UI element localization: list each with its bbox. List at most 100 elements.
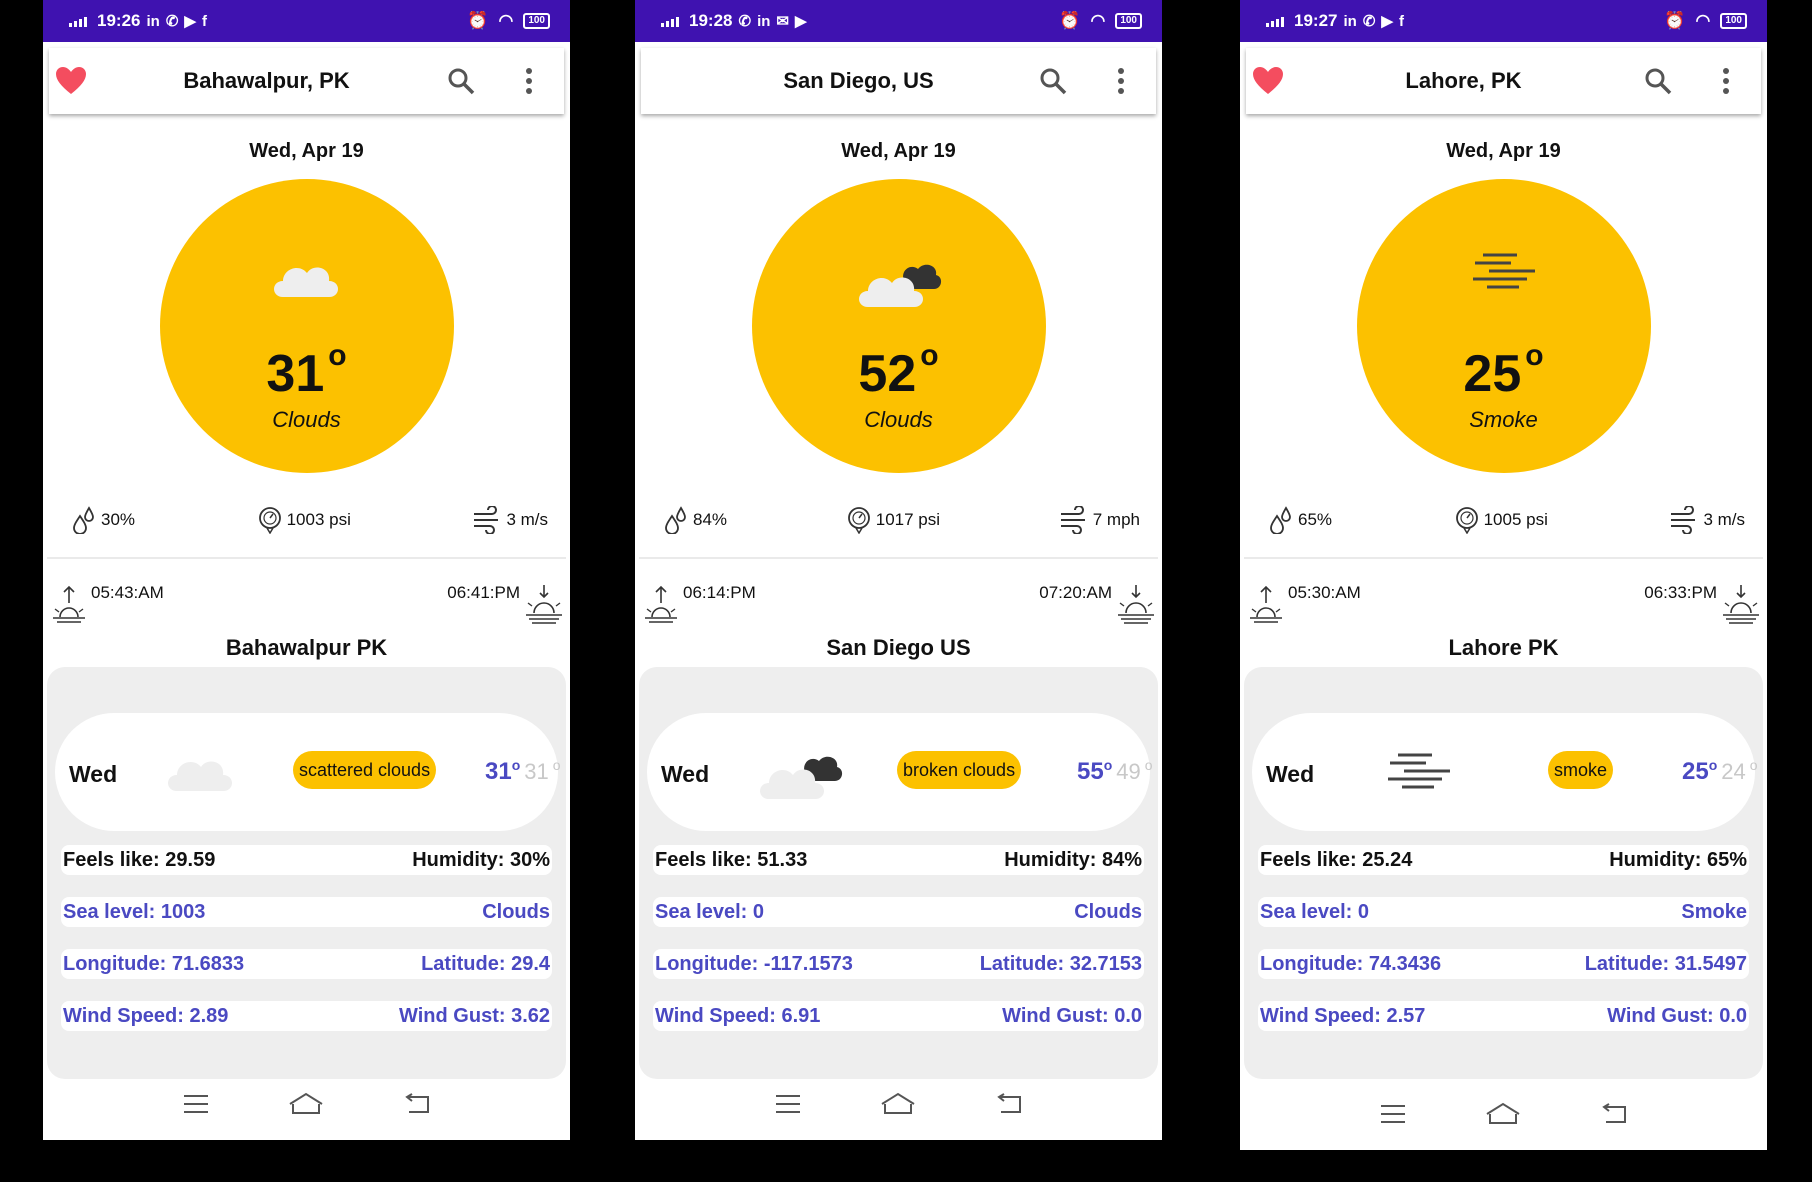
wind-value: 3 m/s [506,510,548,529]
humidity-drops-icon [1270,506,1291,534]
broken-clouds-icon [760,756,843,799]
place-name: San Diego US [826,635,971,660]
current-date: Wed, Apr 19 [841,140,956,162]
status-bar: 19:27 in ✆ ▶ f ⏰ ◠ 100 [1240,0,1767,42]
back-icon[interactable] [1600,1103,1628,1125]
home-icon[interactable] [288,1092,324,1116]
cloud-icon [168,761,232,791]
wind-row: Wind Speed: 6.91 Wind Gust: 0.0 [653,1001,1144,1031]
phone-screen-san-diego: 19:28 ✆ in ✉ ▶ ⏰ ◠ 100 San Diego, US Wed… [635,0,1162,1140]
humidity-drops-icon [73,506,94,534]
cloud-icon [273,267,338,297]
linkedin-icon: in [757,12,771,30]
details-panel: Wed broken clouds 55o 49 o Feels like: 51.… [639,667,1158,1079]
humidity-drops-icon [665,506,686,534]
youtube-icon: ▶ [794,13,807,30]
sunrise-time: 05:30:AM [1288,583,1361,602]
sunrise-time: 06:14:PM [683,583,756,602]
feels-like: Feels like: 51.33 [655,848,808,871]
wind-icon [474,506,499,534]
coordinates-row: Longitude: 71.6833 Latitude: 29.4 [61,949,552,979]
wifi-icon: ◠ [1695,11,1711,30]
wind-icon [1671,506,1696,534]
sun-times: 06:14:PM 07:20:AM [635,573,1162,635]
whatsapp-icon: ✆ [1362,13,1376,30]
wind-speed: Wind Speed: 6.91 [655,1004,821,1027]
city-title: Lahore, PK [1405,68,1522,93]
status-time: 19:27 [1294,11,1338,30]
facebook-icon: f [1398,12,1404,30]
weather-stats: 65% 1005 psi 3 m/s [1240,503,1767,537]
details-panel: Wed scattered clouds 31o 31 o Feels like: … [47,667,566,1079]
current-date: Wed, Apr 19 [1446,140,1561,162]
place-name: Lahore PK [1448,635,1559,660]
app-toolbar: Lahore, PK [1246,48,1761,114]
sun-times: 05:43:AM 06:41:PM [43,573,570,635]
pressure-stat: 1003 psi [257,506,351,534]
wind-row: Wind Speed: 2.89 Wind Gust: 3.62 [61,1001,552,1031]
search-icon[interactable] [1038,66,1068,96]
weather-circle: 25 o Smoke [1356,179,1651,473]
menu-icon[interactable] [1380,1104,1406,1124]
humidity-detail: Humidity: 84% [1004,848,1142,871]
sunrise-icon [1250,585,1282,623]
feels-like: Feels like: 25.24 [1260,848,1413,871]
longitude: Longitude: 74.3436 [1260,952,1442,975]
divider [1244,557,1763,559]
forecast-card[interactable]: Wed scattered clouds 31o 31 o [55,713,561,831]
system-nav-bar [1240,1078,1767,1150]
humidity-stat: 84% [663,506,727,534]
more-options-icon[interactable] [1116,66,1126,96]
search-icon[interactable] [1643,66,1673,96]
forecast-card[interactable]: Wed broken clouds 55o 49 o [647,713,1153,831]
current-temperature: 31 o [266,339,347,403]
latitude: Latitude: 31.5497 [1584,952,1747,975]
wind-stat: 7 mph [1059,506,1140,534]
forecast-day: Wed [1266,761,1315,787]
humidity-stat: 30% [71,506,135,534]
current-date: Wed, Apr 19 [249,140,364,162]
menu-icon[interactable] [183,1094,209,1114]
app-toolbar: Bahawalpur, PK [49,48,564,114]
status-time: 19:28 [689,11,733,30]
alarm-icon: ⏰ [467,11,489,30]
youtube-icon: ▶ [184,13,196,30]
current-temperature: 52 o [858,339,939,403]
alarm-icon: ⏰ [1664,11,1686,30]
sea-level-row: Sea level: 1003 Clouds [61,897,552,927]
search-icon[interactable] [446,66,476,96]
back-icon[interactable] [995,1093,1023,1115]
home-icon[interactable] [880,1092,916,1116]
feels-humidity-row: Feels like: 29.59 Humidity: 30% [61,845,552,875]
menu-icon[interactable] [775,1094,801,1114]
more-options-icon[interactable] [1721,66,1731,96]
forecast-card[interactable]: Wed smoke 25o 24 o [1252,713,1758,831]
forecast-day: Wed [69,761,118,787]
mail-icon: ✉ [776,13,789,30]
back-icon[interactable] [403,1093,431,1115]
sunset-icon [1118,585,1154,624]
divider [639,557,1158,559]
feels-humidity-row: Feels like: 25.24 Humidity: 65% [1258,845,1749,875]
weather-main: Smoke [1681,900,1747,923]
divider [47,557,566,559]
forecast-description-chip: scattered clouds [293,751,437,789]
sea-level-row: Sea level: 0 Clouds [653,897,1144,927]
pressure-stat: 1005 psi [1454,506,1548,534]
feels-humidity-row: Feels like: 51.33 Humidity: 84% [653,845,1144,875]
sunrise-time: 05:43:AM [91,583,164,602]
forecast-temperature: 25o 24 o [1682,757,1758,785]
forecast-description-chip: broken clouds [897,751,1022,789]
wifi-icon: ◠ [1090,11,1106,30]
system-nav-bar [43,1068,570,1140]
app-toolbar: San Diego, US [641,48,1156,114]
humidity-stat: 65% [1268,506,1332,534]
forecast-temperature: 55o 49 o [1077,757,1153,785]
sea-level: Sea level: 1003 [63,900,206,923]
status-time: 19:26 [97,11,141,30]
sunset-icon [1723,585,1759,624]
home-icon[interactable] [1485,1102,1521,1126]
coordinates-row: Longitude: -117.1573 Latitude: 32.7153 [653,949,1144,979]
more-options-icon[interactable] [524,66,534,96]
pressure-stat: 1017 psi [846,506,940,534]
